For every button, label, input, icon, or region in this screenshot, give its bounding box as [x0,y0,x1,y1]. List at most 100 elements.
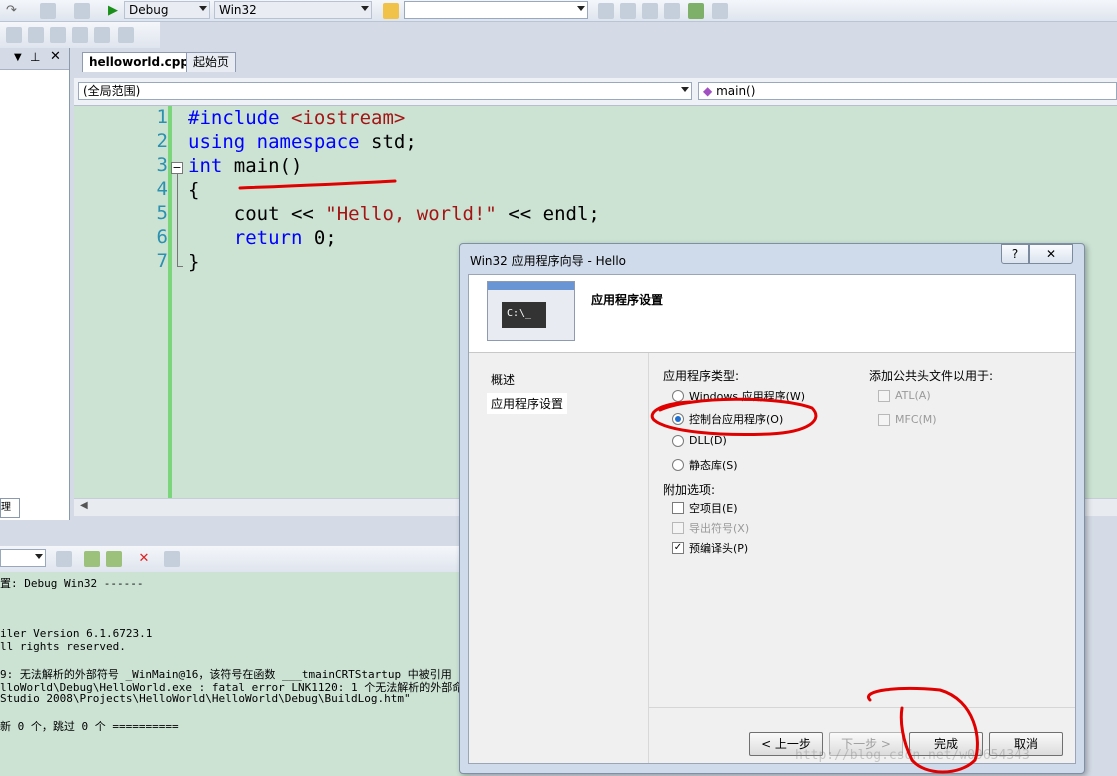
dialog-title: Win32 应用程序向导 - Hello [470,254,627,268]
scope-select[interactable]: (全局范围) [78,82,692,100]
scope-value: (全局范围) [83,84,141,98]
redo-icon[interactable]: ↷ [6,3,22,19]
chevron-down-icon[interactable] [577,6,585,11]
scroll-left-icon[interactable]: ◀ [80,500,88,511]
line-number: 7 [156,250,168,272]
member-select[interactable]: ◆ main() [698,82,1117,100]
radio-windows-app[interactable]: Windows 应用程序(W) [672,388,805,404]
platform-select[interactable]: Win32 [214,1,372,19]
code-token: std; [371,131,417,153]
radio-static-lib[interactable]: 静态库(S) [672,457,738,473]
checkbox-label: 空项目(E) [689,502,738,515]
checkbox-indicator [878,413,890,426]
checkbox-indicator[interactable] [672,502,684,514]
clear-bookmarks-icon[interactable] [118,27,134,43]
tab-helloworld-cpp[interactable]: helloworld.cpp [82,52,196,72]
next-message-icon[interactable] [106,551,122,567]
checkbox-empty-project[interactable]: 空项目(E) [672,500,738,516]
output-window-icon[interactable] [40,3,56,19]
platform-value: Win32 [219,3,257,17]
code-token: } [188,251,200,273]
open-folder-icon[interactable] [383,3,399,19]
code-line[interactable]: int main() [188,154,600,178]
prev-message-icon[interactable] [84,551,100,567]
radio-label: 静态库(S) [689,459,738,472]
code-token: "Hello, world!" [325,203,497,225]
radio-indicator[interactable] [672,390,684,402]
next-folder-bookmark-icon[interactable] [94,27,110,43]
checkbox-label: 导出符号(X) [689,522,750,535]
tab-start-page[interactable]: 起始页 [186,52,237,72]
line-number: 5 [156,202,168,224]
window-icon[interactable] [712,3,728,19]
window-titlebar-graphic [488,282,574,290]
console-screen-graphic: C:\_ [502,302,546,328]
code-line[interactable]: { [188,178,600,202]
object-browser-icon[interactable] [642,3,658,19]
nav-overview[interactable]: 概述 [487,369,519,390]
prev-folder-bookmark-icon[interactable] [72,27,88,43]
line-number: 6 [156,226,168,248]
tab-label: helloworld.cpp [89,55,189,69]
properties-icon[interactable] [620,3,636,19]
nav-app-settings[interactable]: 应用程序设置 [487,393,568,414]
dialog-body: C:\_ 应用程序设置 概述 应用程序设置 应用程序类型: Windows 应用… [468,274,1076,764]
checkbox-indicator [878,389,890,402]
radio-indicator[interactable] [672,459,684,471]
close-icon[interactable]: ✕ [50,49,61,64]
code-line[interactable]: using namespace std; [188,130,600,154]
output-toolbar: ✕ [0,546,470,572]
chevron-down-icon[interactable]: ▼ [14,52,22,63]
goto-location-icon[interactable] [56,551,72,567]
solution-config-select[interactable]: Debug [124,1,210,19]
checkbox-indicator[interactable]: ✓ [672,542,684,554]
radio-indicator[interactable] [672,434,684,447]
find-icon[interactable] [74,3,90,19]
clear-all-icon[interactable]: ✕ [136,551,152,567]
outline-guide [177,174,178,266]
code-token: using namespace [188,131,372,153]
prev-bookmark-icon[interactable] [28,27,44,43]
find-combo[interactable] [404,1,588,19]
help-button[interactable]: ? [1001,244,1029,264]
line-number-gutter: 1234567 [102,106,168,498]
close-button[interactable]: ✕ [1029,244,1073,264]
checkbox-export-symbols: 导出符号(X) [672,520,749,536]
line-number: 1 [156,106,168,128]
output-source-select[interactable] [0,549,46,567]
tools-icon[interactable] [664,3,680,19]
next-bookmark-icon[interactable] [50,27,66,43]
solution-config-value: Debug [129,3,169,17]
bookmark-icon[interactable] [6,27,22,43]
tab-label: 起始页 [193,55,230,69]
word-wrap-icon[interactable] [164,551,180,567]
win32-wizard-dialog: Win32 应用程序向导 - Hello ? ✕ C:\_ 应用程序设置 概述 … [459,243,1085,774]
output-line: 新 0 个，跳过 0 个 ========== [0,720,179,733]
checkbox-precompiled-header[interactable]: ✓ 预编译头(P) [672,540,748,556]
output-line: ll rights reserved. [0,640,126,653]
solution-explorer-tab[interactable]: 理器 [0,498,20,518]
document-tabs: helloworld.cpp 起始页 [74,48,1117,72]
code-line[interactable]: cout << "Hello, world!" << endl; [188,202,600,226]
find-in-files-icon[interactable] [598,3,614,19]
chevron-down-icon[interactable] [361,6,369,11]
collapse-outline-icon[interactable]: − [171,162,183,174]
radio-indicator[interactable] [672,413,684,425]
code-line[interactable]: #include <iostream> [188,106,600,130]
checkbox-atl: ATL(A) [878,389,931,402]
radio-dll[interactable]: DLL(D) [672,434,727,447]
wizard-banner: C:\_ 应用程序设置 [469,275,1075,353]
checkbox-label: ATL(A) [895,389,931,402]
chevron-down-icon[interactable] [199,6,207,11]
solution-explorer-tab-label: 理器 [1,502,11,513]
chevron-down-icon[interactable] [681,87,689,92]
output-text[interactable]: 置: Debug Win32 ------ iler Version 6.1.67… [0,572,474,776]
line-number: 4 [156,178,168,200]
outline-guide-end [177,266,183,267]
radio-console-app[interactable]: 控制台应用程序(O) [672,411,783,427]
pin-icon[interactable]: ⊥ [30,50,40,64]
chevron-down-icon[interactable] [35,554,43,559]
start-page-icon[interactable] [688,3,704,19]
console-prompt-text: C:\_ [507,308,532,319]
start-debug-icon[interactable]: ▶ [108,3,124,19]
